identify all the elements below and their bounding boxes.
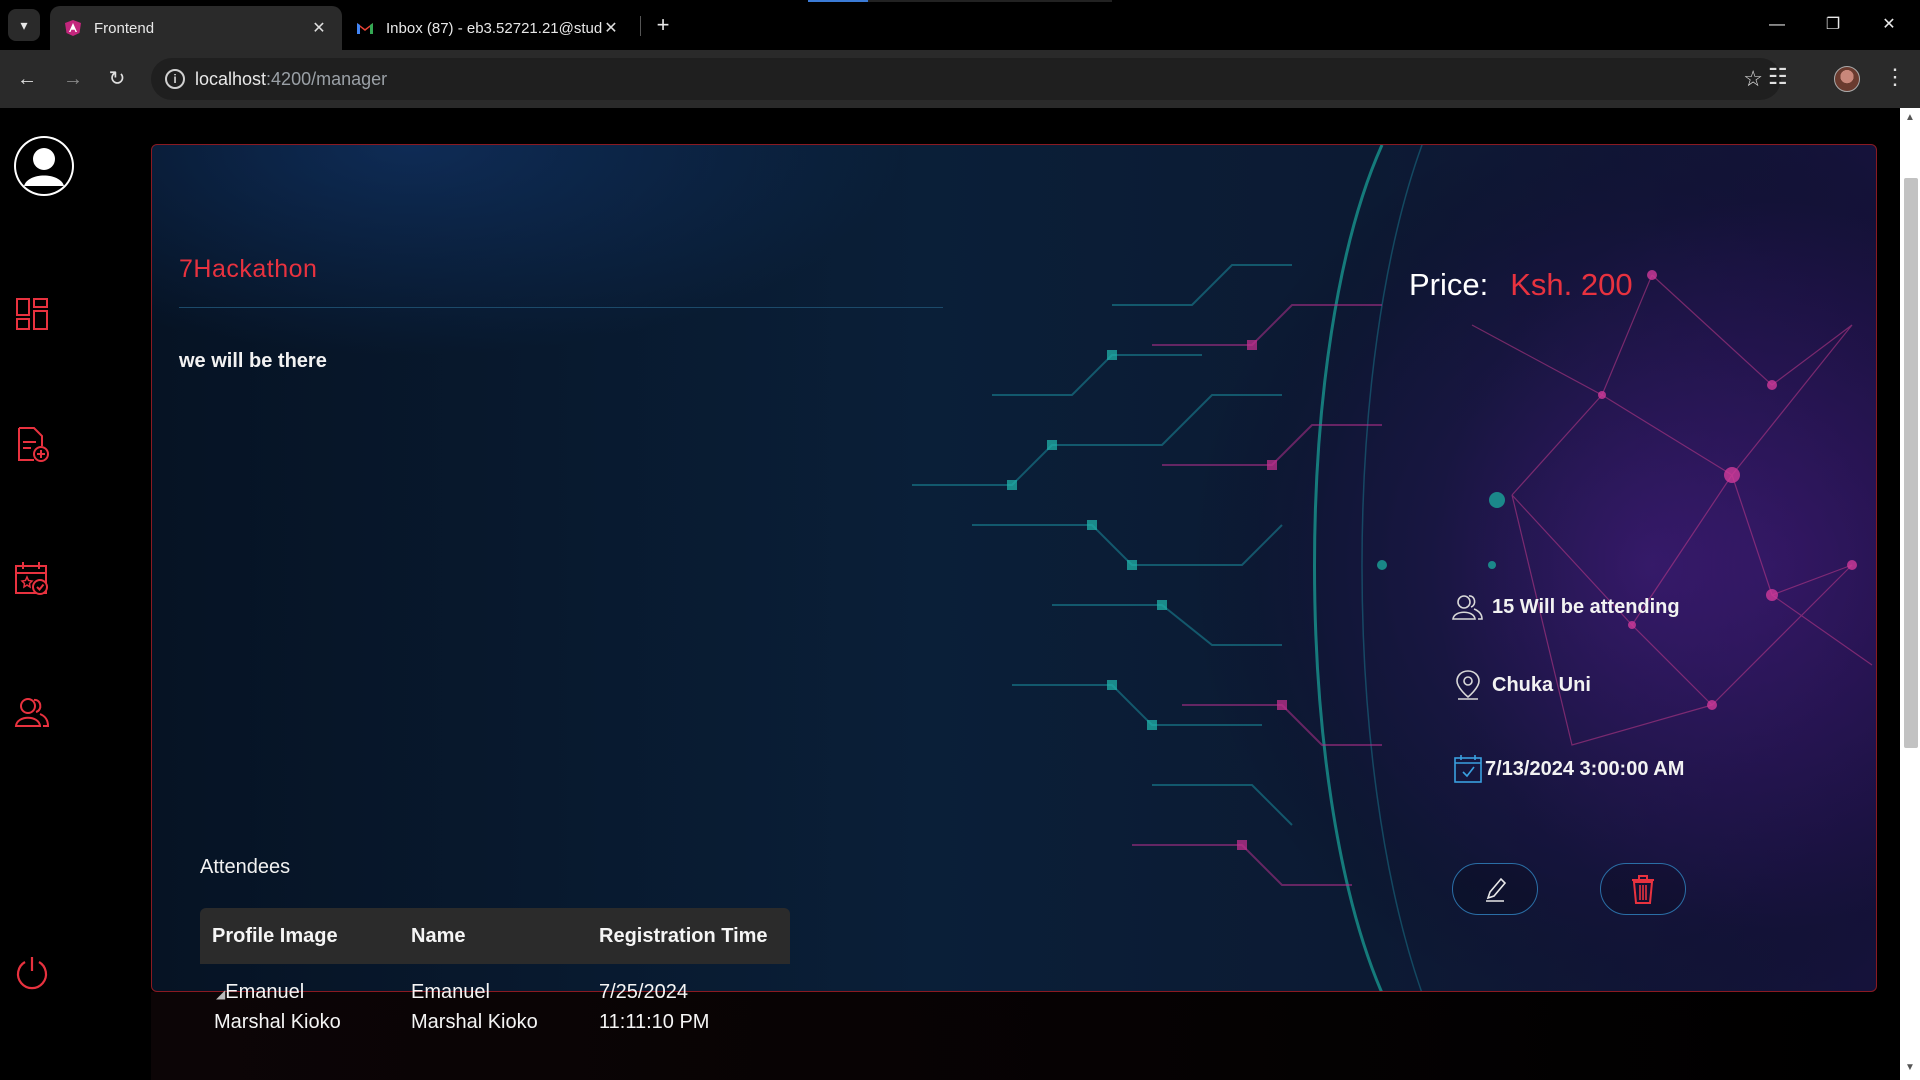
attendees-heading: Attendees <box>200 856 291 878</box>
main-content: 7Hackathon we will be there Price: Ksh. 2… <box>104 108 1900 1080</box>
minimize-button[interactable]: — <box>1754 10 1800 40</box>
title-divider <box>179 307 943 308</box>
user-avatar[interactable] <box>14 136 74 196</box>
registration-time: 11:11:10 PM <box>599 1011 710 1033</box>
trash-icon <box>1632 875 1654 904</box>
logout-icon[interactable] <box>14 954 50 990</box>
attendee-name-line1: Emanuel <box>411 981 490 1003</box>
tab-separator <box>640 16 641 36</box>
user-silhouette-icon <box>16 138 72 194</box>
registration-date: 7/25/2024 <box>599 981 688 1003</box>
tab-frontend[interactable]: Frontend ✕ <box>50 6 342 50</box>
forward-button[interactable]: → <box>58 64 88 94</box>
page-viewport: 7Hackathon we will be there Price: Ksh. 2… <box>0 108 1920 1080</box>
delete-event-button[interactable] <box>1600 863 1686 915</box>
address-bar[interactable]: i localhost:4200/manager ☆ <box>151 58 1781 100</box>
attending-count: 15 Will be attending <box>1492 595 1680 618</box>
tab-title: Frontend <box>94 19 155 37</box>
events-calendar-icon[interactable] <box>14 560 50 596</box>
close-icon[interactable]: ✕ <box>602 18 620 38</box>
price-display: Price: Ksh. 200 <box>1409 267 1633 303</box>
column-profile-image: Profile Image <box>212 925 338 947</box>
attendance-info: 15 Will be attending <box>1452 593 1680 621</box>
column-name: Name <box>411 925 466 947</box>
reload-button[interactable]: ↻ <box>102 64 132 94</box>
menu-kebab-icon[interactable]: ⋮ <box>1884 64 1906 90</box>
attendee-name-line2: Marshal Kioko <box>411 1011 538 1033</box>
location-pin-icon <box>1456 670 1480 700</box>
edit-event-button[interactable] <box>1452 863 1538 915</box>
close-icon[interactable]: ✕ <box>310 18 328 38</box>
edit-pencil-icon <box>1486 877 1507 902</box>
price-label: Price: <box>1409 267 1489 302</box>
restore-button[interactable]: ❐ <box>1810 10 1856 40</box>
datetime-info: 7/13/2024 3:00:00 AM <box>1453 753 1684 785</box>
tab-inbox[interactable]: Inbox (87) - eb3.52721.21@stud ✕ <box>342 6 634 50</box>
close-window-button[interactable]: ✕ <box>1866 10 1912 40</box>
event-title: 7Hackathon <box>179 255 318 283</box>
price-value: Ksh. 200 <box>1510 267 1633 302</box>
people-icon <box>1452 595 1483 620</box>
sidebar <box>0 108 104 1080</box>
tab-search-button[interactable]: ▾ <box>8 9 40 41</box>
location-info: Chuka Uni <box>1452 669 1591 701</box>
event-datetime: 7/13/2024 3:00:00 AM <box>1485 757 1685 780</box>
bookmark-star-icon[interactable]: ☆ <box>1743 66 1763 92</box>
scroll-up-arrow[interactable]: ▲ <box>1902 112 1918 126</box>
browser-toolbar: ← → ↻ i localhost:4200/manager ☆ ☷ ⋮ <box>0 50 1920 108</box>
location-text: Chuka Uni <box>1492 673 1591 696</box>
event-card: 7Hackathon we will be there Price: Ksh. 2… <box>151 144 1877 992</box>
calendar-check-icon <box>1454 755 1482 783</box>
loading-indicator <box>808 0 1112 2</box>
site-info-icon[interactable]: i <box>165 69 185 89</box>
angular-icon <box>65 20 81 36</box>
card-shadow <box>151 992 1877 1080</box>
broken-image-alt-line2: Marshal Kioko <box>214 1011 341 1033</box>
url-host: localhost <box>195 68 267 89</box>
tab-title: Inbox (87) - eb3.52721.21@stud <box>386 19 602 37</box>
column-registration-time: Registration Time <box>599 925 768 947</box>
gmail-icon <box>357 23 373 34</box>
scroll-down-arrow[interactable]: ▼ <box>1902 1062 1918 1076</box>
scrollbar-thumb[interactable] <box>1904 178 1918 748</box>
new-tab-button[interactable]: + <box>650 12 676 38</box>
attendees-table-header: Profile Image Name Registration Time <box>200 908 790 964</box>
broken-image-alt-line1: ◢Emanuel <box>216 981 305 1003</box>
add-event-icon[interactable] <box>14 426 50 462</box>
back-button[interactable]: ← <box>12 64 42 94</box>
profile-avatar-icon[interactable] <box>1834 66 1860 92</box>
users-icon[interactable] <box>14 694 50 730</box>
url-path: :4200/manager <box>266 68 388 89</box>
browser-tab-bar: ▾ Frontend ✕ Inbox (87) - eb3.52721.21@s… <box>0 0 1920 50</box>
extensions-icon[interactable]: ☷ <box>1768 64 1788 90</box>
dashboard-icon[interactable] <box>14 296 50 332</box>
event-description: we will be there <box>179 350 327 372</box>
